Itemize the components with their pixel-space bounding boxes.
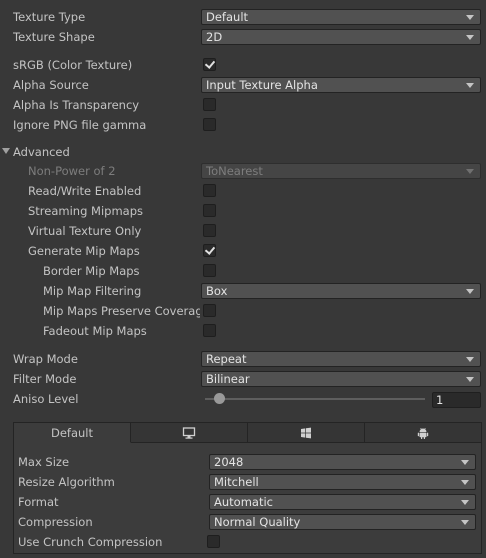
mip-map-filtering-dropdown[interactable]: Box <box>201 283 481 299</box>
format-dropdown[interactable]: Automatic <box>209 494 476 510</box>
aniso-level-slider-thumb[interactable] <box>214 393 225 404</box>
resize-algorithm-dropdown[interactable]: Mitchell <box>209 474 476 490</box>
generate-mip-maps-label: Generate Mip Maps <box>28 244 140 258</box>
max-size-value: 2048 <box>214 455 244 469</box>
srgb-checkbox[interactable] <box>203 58 216 71</box>
use-crunch-checkbox[interactable] <box>207 535 220 548</box>
chevron-down-icon <box>466 377 474 382</box>
chevron-down-icon <box>461 520 469 525</box>
filter-mode-dropdown[interactable]: Bilinear <box>201 371 481 387</box>
alpha-is-transparency-checkbox[interactable] <box>203 98 216 111</box>
alpha-source-label: Alpha Source <box>13 78 89 92</box>
alpha-is-transparency-label: Alpha Is Transparency <box>13 98 140 112</box>
max-size-label: Max Size <box>18 455 70 469</box>
texture-type-dropdown[interactable]: Default <box>201 9 481 25</box>
streaming-mipmaps-label: Streaming Mipmaps <box>28 204 144 218</box>
mip-maps-preserve-coverage-label: Mip Maps Preserve Coverag <box>43 304 200 318</box>
fadeout-mip-maps-label: Fadeout Mip Maps <box>43 324 147 338</box>
texture-type-value: Default <box>206 10 249 24</box>
read-write-label: Read/Write Enabled <box>28 184 142 198</box>
mip-maps-preserve-coverage-checkbox[interactable] <box>203 304 216 317</box>
chevron-down-icon <box>466 289 474 294</box>
resize-algorithm-label: Resize Algorithm <box>18 475 115 489</box>
compression-value: Normal Quality <box>214 515 301 529</box>
format-label: Format <box>18 495 59 509</box>
advanced-foldout-label[interactable]: Advanced <box>13 145 70 159</box>
wrap-mode-label: Wrap Mode <box>13 352 78 366</box>
tab-default-label: Default <box>50 425 94 440</box>
texture-shape-dropdown[interactable]: 2D <box>201 29 481 45</box>
texture-shape-value: 2D <box>206 30 223 44</box>
wrap-mode-value: Repeat <box>206 352 247 366</box>
wrap-mode-dropdown[interactable]: Repeat <box>201 351 481 367</box>
tab-default[interactable]: Default <box>14 423 131 443</box>
virtual-texture-only-label: Virtual Texture Only <box>28 224 142 238</box>
android-icon <box>417 427 429 439</box>
platform-settings-panel: Default Max Size 2048 Resize Algorithm M… <box>13 422 482 554</box>
chevron-down-icon <box>461 500 469 505</box>
texture-type-label: Texture Type <box>13 10 86 24</box>
non-power-of-2-dropdown: ToNearest <box>201 163 481 179</box>
format-value: Automatic <box>214 495 273 509</box>
filter-mode-value: Bilinear <box>206 372 250 386</box>
non-power-of-2-value: ToNearest <box>206 164 263 178</box>
foldout-arrow-icon[interactable] <box>2 148 10 154</box>
streaming-mipmaps-checkbox[interactable] <box>203 204 216 217</box>
texture-shape-label: Texture Shape <box>13 30 95 44</box>
alpha-source-dropdown[interactable]: Input Texture Alpha <box>201 77 481 93</box>
chevron-down-icon <box>461 460 469 465</box>
monitor-icon <box>182 426 196 439</box>
non-power-of-2-label: Non-Power of 2 <box>28 164 116 178</box>
alpha-source-value: Input Texture Alpha <box>206 78 318 92</box>
border-mip-maps-label: Border Mip Maps <box>43 264 140 278</box>
ignore-png-gamma-label: Ignore PNG file gamma <box>13 118 147 132</box>
fadeout-mip-maps-checkbox[interactable] <box>203 324 216 337</box>
chevron-down-icon <box>466 83 474 88</box>
windows-icon <box>301 427 311 438</box>
aniso-level-label: Aniso Level <box>13 392 79 406</box>
use-crunch-label: Use Crunch Compression <box>18 535 163 549</box>
platform-tabs: Default <box>14 423 481 443</box>
chevron-down-icon <box>466 15 474 20</box>
read-write-checkbox[interactable] <box>203 184 216 197</box>
tab-standalone[interactable] <box>131 423 248 443</box>
chevron-down-icon <box>461 480 469 485</box>
aniso-level-input[interactable]: 1 <box>432 392 481 408</box>
tab-android[interactable] <box>365 423 481 443</box>
resize-algorithm-value: Mitchell <box>214 475 259 489</box>
filter-mode-label: Filter Mode <box>13 372 77 386</box>
chevron-down-icon <box>466 357 474 362</box>
chevron-down-icon <box>466 35 474 40</box>
aniso-level-slider-track[interactable] <box>205 398 425 400</box>
srgb-label: sRGB (Color Texture) <box>13 58 133 72</box>
max-size-dropdown[interactable]: 2048 <box>209 454 476 470</box>
chevron-down-icon <box>466 169 474 174</box>
mip-map-filtering-value: Box <box>206 284 228 298</box>
tab-windows[interactable] <box>248 423 365 443</box>
mip-map-filtering-label: Mip Map Filtering <box>43 284 142 298</box>
compression-label: Compression <box>18 515 93 529</box>
ignore-png-gamma-checkbox[interactable] <box>203 118 216 131</box>
border-mip-maps-checkbox[interactable] <box>203 264 216 277</box>
compression-dropdown[interactable]: Normal Quality <box>209 514 476 530</box>
virtual-texture-only-checkbox[interactable] <box>203 224 216 237</box>
generate-mip-maps-checkbox[interactable] <box>203 244 216 257</box>
